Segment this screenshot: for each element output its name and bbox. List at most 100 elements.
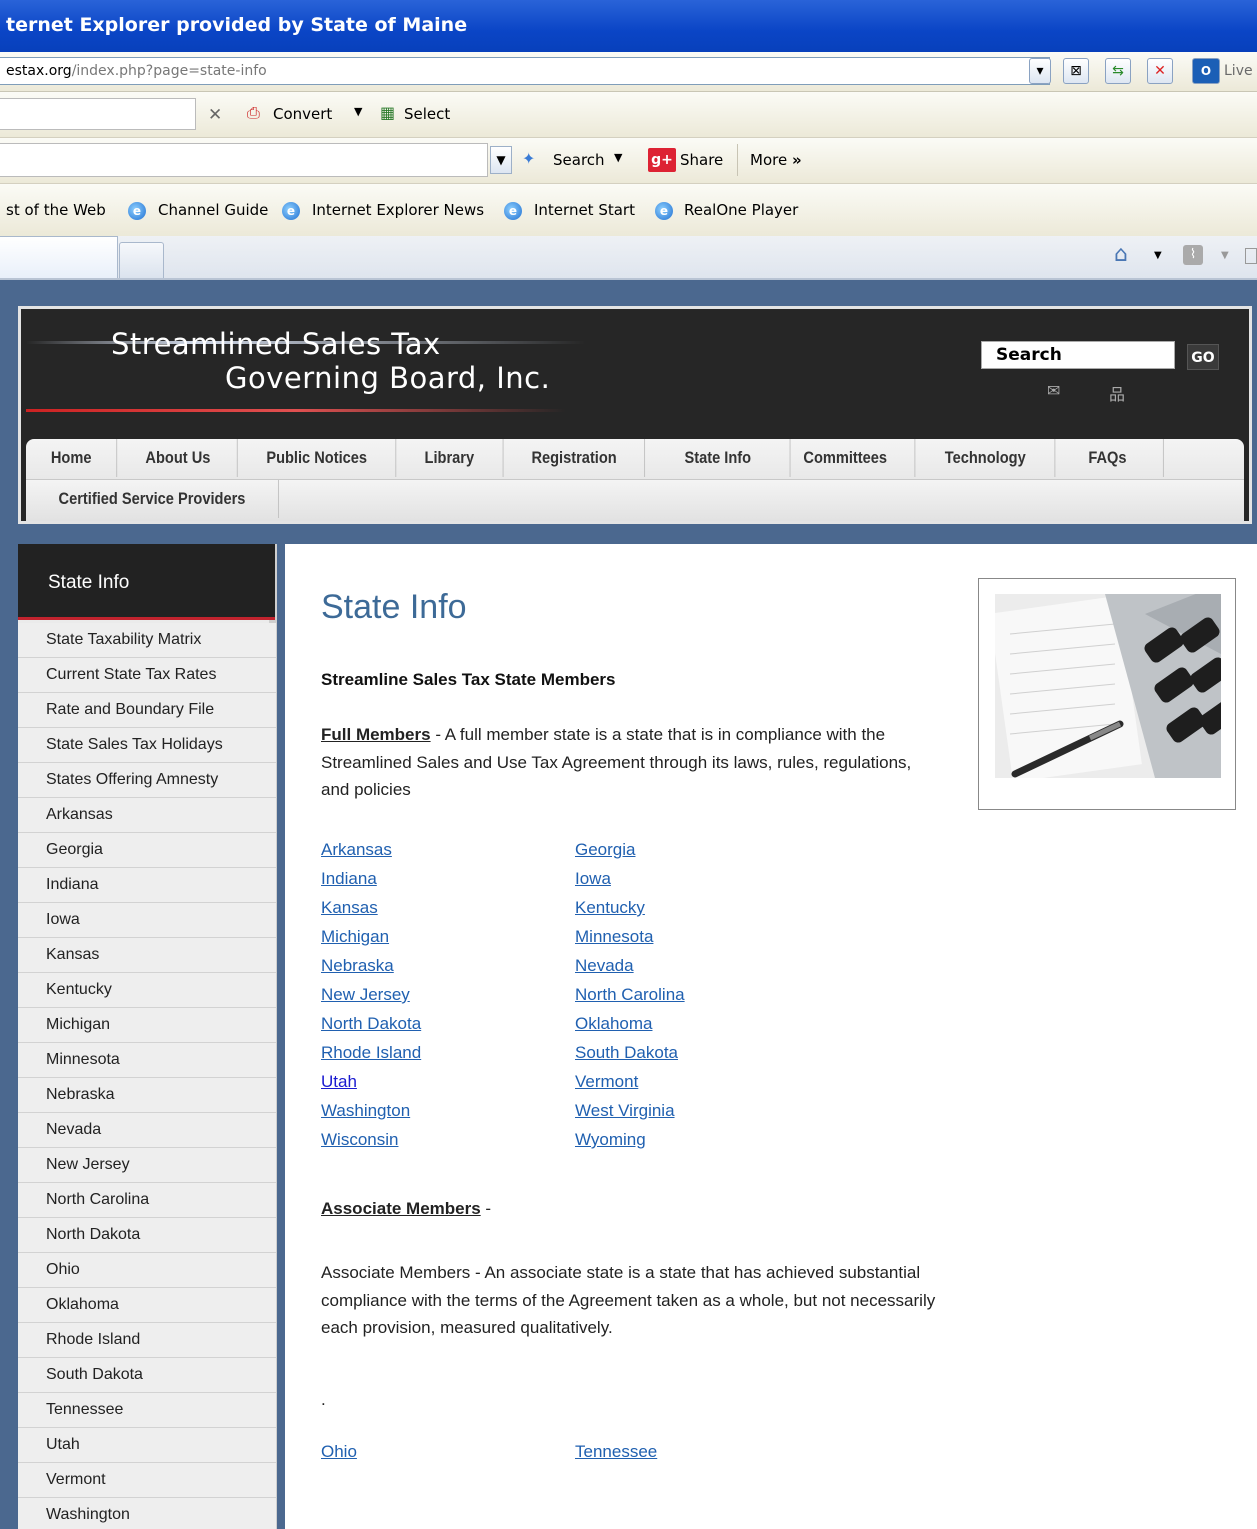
close-icon[interactable]: ✕ xyxy=(208,105,222,125)
state-link[interactable]: West Virginia xyxy=(575,1101,675,1121)
select-button[interactable]: Select xyxy=(404,105,450,123)
sidebar-item[interactable]: Arkansas xyxy=(18,798,276,833)
sidebar-item[interactable]: Kansas xyxy=(18,938,276,973)
sidebar-item[interactable]: Vermont xyxy=(18,1463,276,1498)
sidebar-item[interactable]: State Sales Tax Holidays xyxy=(18,728,276,763)
state-link[interactable]: Iowa xyxy=(575,869,611,889)
sidebar-item[interactable]: Utah xyxy=(18,1428,276,1463)
sidebar-item[interactable]: North Dakota xyxy=(18,1218,276,1253)
sidebar-item[interactable]: Michigan xyxy=(18,1008,276,1043)
sidebar-item[interactable]: Nebraska xyxy=(18,1078,276,1113)
sitemap-icon[interactable]: 品 xyxy=(1109,381,1125,405)
sidebar-item[interactable]: Kentucky xyxy=(18,973,276,1008)
state-link[interactable]: Arkansas xyxy=(321,840,392,860)
sidebar-item[interactable]: Ohio xyxy=(18,1253,276,1288)
sidebar-item[interactable]: Rhode Island xyxy=(18,1323,276,1358)
home-dropdown-icon[interactable]: ▼ xyxy=(1154,250,1162,261)
state-link[interactable]: Indiana xyxy=(321,869,377,889)
favorite-link[interactable]: Internet Start xyxy=(534,201,635,219)
sidebar-item[interactable]: Current State Tax Rates xyxy=(18,658,276,693)
favorite-ie-icon: e xyxy=(128,201,146,220)
site-logo[interactable]: Streamlined Sales Tax xyxy=(111,327,441,361)
live-search-icon[interactable]: O xyxy=(1192,58,1220,84)
state-link[interactable]: Nevada xyxy=(575,956,634,976)
favorite-link[interactable]: Internet Explorer News xyxy=(312,201,484,219)
nav-home[interactable]: Home xyxy=(26,439,118,477)
address-input[interactable]: estax.org/index.php?page=state-info xyxy=(0,57,1050,85)
state-link[interactable]: North Dakota xyxy=(321,1014,421,1034)
state-link[interactable]: Wisconsin xyxy=(321,1130,398,1150)
search-menu-icon[interactable]: ▼ xyxy=(614,151,622,164)
google-search-field[interactable] xyxy=(0,143,488,177)
nav-certified-service-providers[interactable]: Certified Service Providers xyxy=(26,480,279,518)
favorite-link[interactable]: st of the Web xyxy=(6,201,106,219)
sidebar: State Info State Taxability Matrix Curren… xyxy=(18,544,277,1529)
nav-public-notices[interactable]: Public Notices xyxy=(238,439,397,477)
compatibility-icon[interactable]: ⊠ xyxy=(1063,58,1089,84)
site-logo-line2[interactable]: Governing Board, Inc. xyxy=(225,361,550,395)
feeds-icon[interactable]: ⌇ xyxy=(1183,245,1203,265)
sidebar-item[interactable]: Nevada xyxy=(18,1113,276,1148)
state-link[interactable]: Kentucky xyxy=(575,898,645,918)
sidebar-item[interactable]: North Carolina xyxy=(18,1183,276,1218)
sidebar-item[interactable]: Iowa xyxy=(18,903,276,938)
state-link[interactable]: Oklahoma xyxy=(575,1014,652,1034)
search-go-button[interactable]: GO xyxy=(1187,344,1219,370)
feeds-dropdown-icon[interactable]: ▼ xyxy=(1221,250,1229,261)
nav-technology[interactable]: Technology xyxy=(916,439,1056,477)
tab-active[interactable] xyxy=(0,236,118,278)
search-dropdown-icon[interactable]: ▼ xyxy=(490,146,512,174)
address-dropdown-icon[interactable]: ▾ xyxy=(1029,58,1051,84)
state-link[interactable]: Nebraska xyxy=(321,956,394,976)
home-icon[interactable]: ⌂ xyxy=(1114,242,1128,267)
toolbar-row-1: ✕ ⎙ Convert ▼ ▦ Select xyxy=(0,92,1257,138)
mail-icon[interactable]: ✉ xyxy=(1047,381,1060,400)
more-button[interactable]: More » xyxy=(750,151,802,169)
favorite-link[interactable]: Channel Guide xyxy=(158,201,268,219)
sidebar-item[interactable]: Washington xyxy=(18,1498,276,1529)
sidebar-item[interactable]: Indiana xyxy=(18,868,276,903)
sidebar-item[interactable]: Minnesota xyxy=(18,1043,276,1078)
refresh-icon[interactable]: ⇆ xyxy=(1105,58,1131,84)
sidebar-item[interactable]: Rate and Boundary File xyxy=(18,693,276,728)
full-members-description: Full Members - A full member state is a … xyxy=(321,725,912,799)
state-link[interactable]: Ohio xyxy=(321,1442,357,1462)
favorite-link[interactable]: RealOne Player xyxy=(684,201,798,219)
search-button[interactable]: Search xyxy=(553,151,605,169)
sidebar-item[interactable]: State Taxability Matrix xyxy=(18,623,276,658)
print-icon[interactable] xyxy=(1245,248,1257,264)
sidebar-item[interactable]: South Dakota xyxy=(18,1358,276,1393)
sidebar-item[interactable]: Oklahoma xyxy=(18,1288,276,1323)
state-link[interactable]: Vermont xyxy=(575,1072,638,1092)
state-link[interactable]: Wyoming xyxy=(575,1130,646,1150)
nav-faqs[interactable]: FAQs xyxy=(1052,439,1164,477)
state-link[interactable]: Minnesota xyxy=(575,927,653,947)
share-button[interactable]: Share xyxy=(680,151,723,169)
sidebar-item[interactable]: States Offering Amnesty xyxy=(18,763,276,798)
state-link[interactable]: Georgia xyxy=(575,840,635,860)
sidebar-item[interactable]: Tennessee xyxy=(18,1393,276,1428)
nav-committees[interactable]: Committees xyxy=(776,439,916,477)
state-link[interactable]: Utah xyxy=(321,1072,357,1092)
stop-icon[interactable]: ✕ xyxy=(1147,58,1173,84)
pdf-convert-icon: ⎙ xyxy=(247,103,260,122)
state-link[interactable]: North Carolina xyxy=(575,985,685,1005)
nav-state-info[interactable]: State Info xyxy=(646,439,791,477)
state-link[interactable]: New Jersey xyxy=(321,985,410,1005)
state-link[interactable]: South Dakota xyxy=(575,1043,678,1063)
nav-registration[interactable]: Registration xyxy=(504,439,646,477)
sidebar-item[interactable]: New Jersey xyxy=(18,1148,276,1183)
convert-button[interactable]: Convert xyxy=(273,105,332,123)
nav-about-us[interactable]: About Us xyxy=(119,439,238,477)
state-link[interactable]: Michigan xyxy=(321,927,389,947)
state-link[interactable]: Rhode Island xyxy=(321,1043,421,1063)
state-link[interactable]: Kansas xyxy=(321,898,378,918)
convert-dropdown-icon[interactable]: ▼ xyxy=(354,105,362,118)
sidebar-item[interactable]: Georgia xyxy=(18,833,276,868)
state-link[interactable]: Tennessee xyxy=(575,1442,657,1462)
toolbar-search-field[interactable] xyxy=(0,98,196,130)
new-tab-button[interactable] xyxy=(119,242,164,278)
state-link[interactable]: Washington xyxy=(321,1101,410,1121)
nav-library[interactable]: Library xyxy=(396,439,504,477)
site-search-input[interactable]: Search xyxy=(981,341,1175,369)
